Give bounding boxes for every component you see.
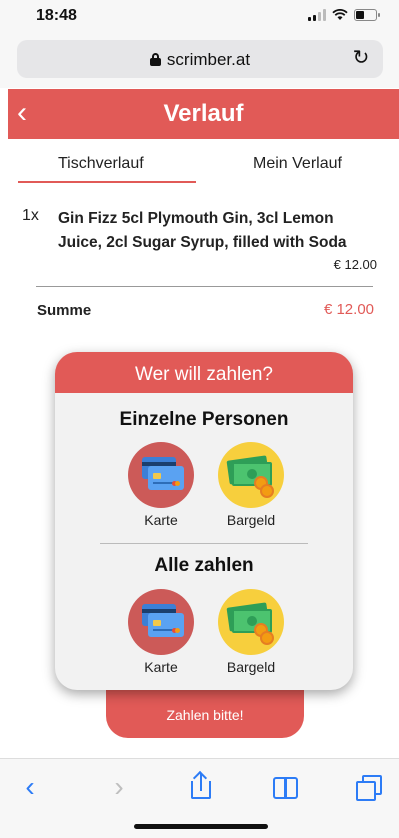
modal-title: Wer will zahlen? <box>135 364 273 385</box>
item-quantity: 1x <box>22 207 39 224</box>
wifi-icon <box>332 9 348 20</box>
section-title-all: Alle zahlen <box>154 555 254 576</box>
address-bar[interactable]: scrimber.at ↻ <box>17 40 383 78</box>
payment-modal: Wer will zahlen? Einzelne Personen Karte… <box>55 352 353 690</box>
history-tabs: Tischverlauf Mein Verlauf <box>18 150 388 184</box>
cash-icon <box>218 442 284 508</box>
status-icons <box>308 9 380 21</box>
pay-individual-cash-option[interactable]: Bargeld <box>215 442 287 528</box>
credit-card-icon <box>128 589 194 655</box>
modal-header: Wer will zahlen? <box>55 352 353 393</box>
home-indicator <box>134 824 268 829</box>
browser-back-icon[interactable]: ‹ <box>15 773 45 803</box>
pay-individual-card-option[interactable]: Karte <box>125 442 197 528</box>
active-tab-indicator <box>18 181 196 183</box>
battery-icon <box>354 9 380 21</box>
section-title-individual: Einzelne Personen <box>119 409 289 430</box>
pay-option-label: Karte <box>144 512 178 528</box>
status-bar: 18:48 <box>0 0 399 34</box>
page-title: Verlauf <box>163 100 244 127</box>
tabs-overview-icon[interactable] <box>354 773 384 803</box>
item-price: € 12.00 <box>333 257 377 272</box>
url-display[interactable]: scrimber.at <box>17 50 383 70</box>
pay-option-label: Karte <box>144 659 178 675</box>
browser-forward-icon[interactable]: › <box>104 773 134 803</box>
modal-divider <box>100 543 308 544</box>
reload-icon[interactable]: ↻ <box>351 48 371 68</box>
sum-value: € 12.00 <box>323 301 374 318</box>
cash-icon <box>218 589 284 655</box>
tab-table-history[interactable]: Tischverlauf <box>58 155 144 173</box>
pay-button[interactable]: Zahlen bitte! <box>106 689 304 738</box>
app-header: ‹ Verlauf <box>8 89 399 139</box>
item-name: Gin Fizz 5cl Plymouth Gin, 3cl Lemon Jui… <box>58 210 347 251</box>
pay-all-card-option[interactable]: Karte <box>125 589 197 675</box>
pay-option-label: Bargeld <box>226 512 276 528</box>
sum-label: Summe <box>37 302 92 319</box>
browser-address-area: scrimber.at ↻ <box>0 34 399 88</box>
pay-option-label: Bargeld <box>226 659 276 675</box>
signal-icon <box>308 9 326 21</box>
lock-icon <box>149 53 161 66</box>
share-icon[interactable] <box>186 773 216 803</box>
status-time: 18:48 <box>36 7 77 24</box>
credit-card-icon <box>128 442 194 508</box>
pay-all-cash-option[interactable]: Bargeld <box>215 589 287 675</box>
sum-divider <box>36 286 373 287</box>
url-text: scrimber.at <box>166 50 251 69</box>
tab-my-history[interactable]: Mein Verlauf <box>253 155 342 173</box>
bookmarks-icon[interactable] <box>270 773 300 803</box>
